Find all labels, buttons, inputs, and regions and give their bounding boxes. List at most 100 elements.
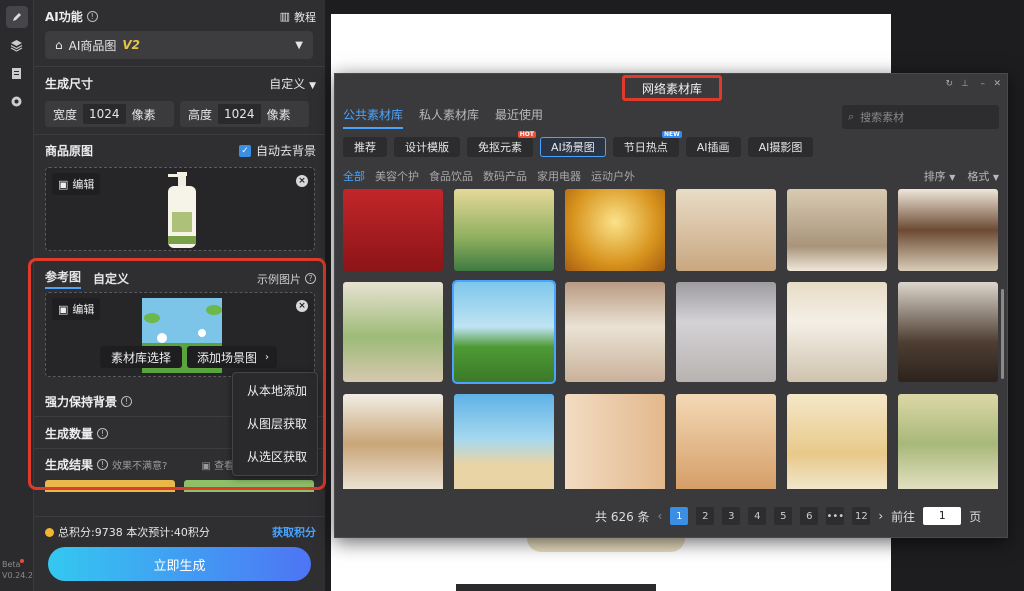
image-tile[interactable] bbox=[454, 189, 554, 271]
page-button[interactable]: 6 bbox=[800, 507, 819, 525]
dialog-title: 网络素材库 bbox=[622, 75, 722, 101]
edit-button[interactable]: ▣ 编辑 bbox=[52, 173, 101, 195]
page-button[interactable]: 12 bbox=[852, 507, 871, 525]
image-tile-selected[interactable] bbox=[452, 280, 556, 384]
document-icon[interactable] bbox=[6, 62, 28, 84]
tutorial-label: 教程 bbox=[294, 10, 316, 24]
beta-label: Beta bbox=[2, 560, 21, 569]
page-button[interactable]: 1 bbox=[670, 507, 689, 525]
format-label: 格式 bbox=[967, 170, 990, 183]
chip-label: AI场景图 bbox=[551, 141, 595, 154]
chip-recommend[interactable]: 推荐 bbox=[343, 137, 387, 157]
info-icon[interactable]: ! bbox=[86, 11, 98, 22]
image-tile[interactable] bbox=[565, 394, 665, 489]
image-tile[interactable] bbox=[898, 189, 998, 271]
image-tile[interactable] bbox=[343, 189, 443, 271]
auto-bg-toggle[interactable]: ✓ 自动去背景 bbox=[238, 142, 316, 159]
search-placeholder: 搜索素材 bbox=[860, 111, 905, 124]
pin-icon[interactable]: ⊥ bbox=[961, 79, 969, 89]
image-tile[interactable] bbox=[676, 394, 776, 489]
refresh-icon[interactable]: ↻ bbox=[945, 79, 953, 89]
image-tile[interactable] bbox=[898, 282, 998, 382]
image-tile[interactable] bbox=[676, 189, 776, 271]
generate-button[interactable]: 立即生成 bbox=[48, 547, 311, 581]
sort-label: 排序 bbox=[923, 170, 946, 183]
image-tile[interactable] bbox=[454, 394, 554, 489]
tab-private[interactable]: 私人素材库 bbox=[419, 106, 479, 129]
edit-label: 编辑 bbox=[72, 178, 95, 191]
chip-holiday[interactable]: 节日热点 NEW bbox=[612, 131, 682, 157]
image-grid bbox=[343, 189, 1003, 489]
cat-beauty[interactable]: 美容个护 bbox=[375, 168, 419, 184]
material-library-dialog: 网络素材库 ↻ ⊥ – ✕ 公共素材库 私人素材库 最近使用 ⌕ 搜索素材 推荐… bbox=[334, 73, 1008, 538]
ai-function-label: AI功能 bbox=[45, 10, 83, 24]
height-input[interactable]: 1024 bbox=[218, 104, 261, 124]
tab-public[interactable]: 公共素材库 bbox=[343, 106, 404, 129]
image-tile[interactable] bbox=[787, 189, 887, 271]
chip-ai-illustration[interactable]: AI插画 bbox=[685, 137, 741, 157]
mode-select[interactable]: ⌂ AI商品图 V2 ▼ bbox=[45, 31, 313, 59]
size-preset-select[interactable]: 自定义 ▼ bbox=[269, 75, 316, 92]
ai-function-header: AI功能 ! ▥ 教程 bbox=[45, 8, 316, 25]
chip-ai-scene[interactable]: AI场景图 bbox=[540, 137, 606, 157]
tab-recent[interactable]: 最近使用 bbox=[495, 106, 543, 129]
chip-templates[interactable]: 设计模版 bbox=[394, 137, 460, 157]
search-input[interactable]: ⌕ 搜索素材 bbox=[842, 105, 999, 129]
chip-elements[interactable]: 免抠元素 HOT bbox=[467, 131, 536, 157]
sort-dropdown[interactable]: 排序 ▼ bbox=[924, 168, 956, 184]
menu-item-local[interactable]: 从本地添加 bbox=[233, 377, 317, 406]
image-tile[interactable] bbox=[565, 189, 665, 271]
chip-label: AI摄影图 bbox=[758, 141, 803, 154]
page-button[interactable]: 4 bbox=[748, 507, 767, 525]
close-icon[interactable]: × bbox=[296, 175, 308, 187]
goto-page-input[interactable]: 1 bbox=[923, 507, 962, 525]
page-ellipsis[interactable]: ••• bbox=[826, 507, 845, 525]
width-input[interactable]: 1024 bbox=[83, 104, 126, 124]
vertical-scrollbar[interactable] bbox=[1001, 289, 1004, 379]
add-scene-menu: 从本地添加 从图层获取 从选区获取 bbox=[232, 372, 318, 476]
page-button[interactable]: 2 bbox=[696, 507, 715, 525]
checkbox-checked-icon[interactable]: ✓ bbox=[238, 144, 251, 157]
page-button[interactable]: 5 bbox=[774, 507, 793, 525]
width-unit: 像素 bbox=[131, 107, 156, 122]
chip-label: 推荐 bbox=[354, 141, 376, 154]
cat-appliance[interactable]: 家用电器 bbox=[537, 168, 581, 184]
height-unit: 像素 bbox=[266, 107, 291, 122]
prev-page-icon[interactable]: ‹ bbox=[658, 509, 663, 523]
layers-icon[interactable] bbox=[6, 34, 28, 56]
height-field[interactable]: 高度 1024 像素 bbox=[180, 101, 309, 127]
get-points-link[interactable]: 获取积分 bbox=[272, 524, 316, 540]
minimize-icon[interactable]: – bbox=[981, 79, 986, 89]
menu-item-selection[interactable]: 从选区获取 bbox=[233, 443, 317, 472]
format-dropdown[interactable]: 格式 ▼ bbox=[967, 168, 999, 184]
horizontal-scrollbar[interactable] bbox=[456, 584, 656, 591]
close-icon[interactable]: ✕ bbox=[993, 79, 1001, 89]
image-tile[interactable] bbox=[787, 394, 887, 489]
cat-outdoor[interactable]: 运动户外 bbox=[591, 168, 635, 184]
divider bbox=[34, 516, 325, 517]
menu-item-layer[interactable]: 从图层获取 bbox=[233, 410, 317, 439]
image-tile[interactable] bbox=[343, 282, 443, 382]
sort-controls: 排序 ▼ 格式 ▼ bbox=[924, 168, 999, 184]
image-tile[interactable] bbox=[898, 394, 998, 489]
image-edit-icon: ▣ bbox=[58, 177, 69, 191]
cat-all[interactable]: 全部 bbox=[343, 168, 365, 184]
product-image-slot[interactable]: ▣ 编辑 × bbox=[45, 167, 315, 251]
page-button[interactable]: 3 bbox=[722, 507, 741, 525]
chip-ai-photo[interactable]: AI摄影图 bbox=[747, 137, 814, 157]
page-unit: 页 bbox=[969, 509, 982, 524]
image-tile[interactable] bbox=[787, 282, 887, 382]
image-tile[interactable] bbox=[565, 282, 665, 382]
image-tile[interactable] bbox=[676, 282, 776, 382]
book-icon: ▥ bbox=[279, 10, 290, 23]
chevron-down-icon: ▼ bbox=[295, 39, 303, 51]
cat-food[interactable]: 食品饮品 bbox=[429, 168, 473, 184]
cat-digital[interactable]: 数码产品 bbox=[483, 168, 527, 184]
gear-icon[interactable] bbox=[6, 90, 28, 112]
image-tile[interactable] bbox=[343, 394, 443, 489]
next-page-icon[interactable]: › bbox=[878, 509, 883, 523]
divider bbox=[34, 66, 325, 67]
width-field[interactable]: 宽度 1024 像素 bbox=[45, 101, 174, 127]
tutorial-link[interactable]: ▥ 教程 bbox=[280, 9, 316, 25]
pen-icon[interactable] bbox=[5, 6, 28, 28]
